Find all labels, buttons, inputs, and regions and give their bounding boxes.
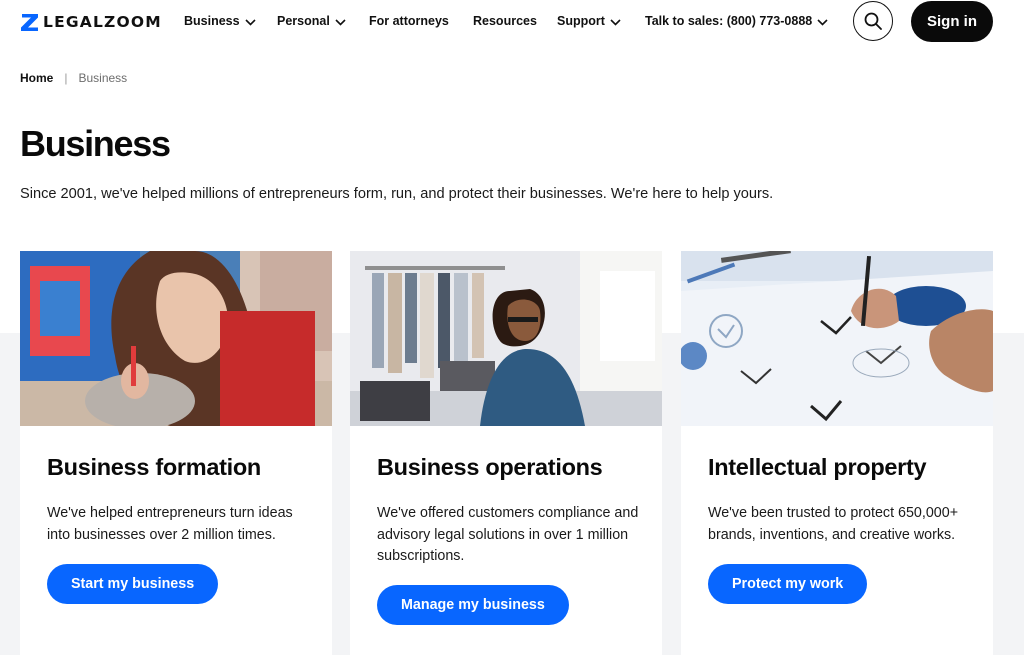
legalzoom-logo-icon — [21, 13, 38, 31]
search-icon — [864, 12, 882, 30]
breadcrumb-current: Business — [78, 71, 128, 85]
logo-text: LEGALZOOM — [43, 13, 162, 31]
nav-support-label: Support — [557, 14, 605, 28]
site-header: LEGALZOOM Business Personal For attorney… — [0, 0, 1024, 44]
page-title: Business — [20, 123, 171, 164]
card-title: Business operations — [377, 454, 603, 480]
nav-talk-to-sales[interactable]: Talk to sales: (800) 773-0888 — [645, 14, 828, 28]
card-title: Intellectual property — [708, 454, 927, 480]
card-title: Business formation — [47, 454, 261, 480]
woman-crafting-pottery-photo — [20, 251, 332, 426]
nav-talk-to-sales-label: Talk to sales: (800) 773-0888 — [645, 14, 813, 28]
nav-for-attorneys[interactable]: For attorneys — [369, 14, 449, 28]
protect-my-work-button[interactable]: Protect my work — [708, 564, 868, 604]
chevron-down-icon — [610, 18, 621, 26]
nav-for-attorneys-label: For attorneys — [369, 14, 449, 28]
card-business-operations: Business operations We've offered custom… — [350, 251, 662, 655]
chevron-down-icon — [245, 18, 256, 26]
card-description: We've helped entrepreneurs turn ideas in… — [47, 505, 293, 543]
start-my-business-button[interactable]: Start my business — [47, 564, 219, 604]
breadcrumb-home-link[interactable]: Home — [20, 71, 53, 85]
search-button[interactable] — [853, 1, 893, 41]
nav-personal[interactable]: Personal — [277, 14, 346, 28]
chevron-down-icon — [335, 18, 346, 26]
card-description: We've offered customers compliance and a… — [377, 505, 639, 564]
nav-resources-label: Resources — [473, 14, 537, 28]
nav-business[interactable]: Business — [184, 14, 256, 28]
breadcrumb: Home | Business — [20, 71, 127, 85]
hands-sketching-logo-designs-photo — [681, 251, 993, 426]
sign-in-button[interactable]: Sign in — [911, 1, 993, 42]
card-intellectual-property: Intellectual property We've been trusted… — [681, 251, 993, 655]
card-business-formation: Business formation We've helped entrepre… — [20, 251, 332, 655]
nav-personal-label: Personal — [277, 14, 330, 28]
nav-support[interactable]: Support — [557, 14, 621, 28]
chevron-down-icon — [817, 18, 828, 26]
nav-resources[interactable]: Resources — [473, 14, 537, 28]
page-intro: Since 2001, we've helped millions of ent… — [20, 186, 774, 202]
woman-working-at-laptop-in-clothing-studio-photo — [350, 251, 662, 426]
nav-business-label: Business — [184, 14, 240, 28]
breadcrumb-separator: | — [64, 71, 68, 85]
legalzoom-logo[interactable]: LEGALZOOM — [21, 12, 162, 32]
card-description: We've been trusted to protect 650,000+ b… — [708, 505, 959, 543]
manage-my-business-button[interactable]: Manage my business — [377, 585, 569, 625]
